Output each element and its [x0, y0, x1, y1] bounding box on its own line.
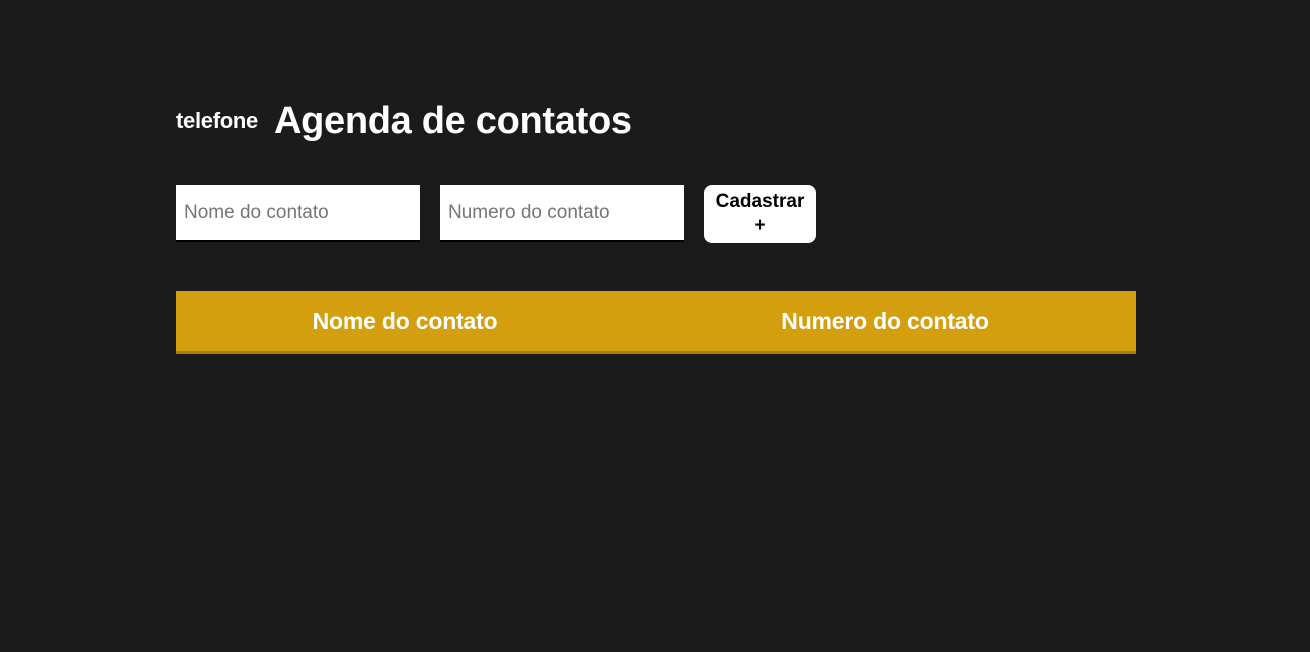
contact-form: Cadastrar + — [176, 185, 1136, 243]
telefone-icon: telefone — [176, 108, 258, 133]
column-header-name: Nome do contato — [176, 291, 634, 354]
cadastrar-button[interactable]: Cadastrar + — [704, 185, 816, 243]
table-header-row: Nome do contato Numero do contato — [176, 291, 1136, 354]
page-title: Agenda de contatos — [273, 99, 632, 142]
contact-name-input[interactable] — [176, 185, 420, 242]
column-header-number: Numero do contato — [634, 291, 1136, 354]
page-header: telefone Agenda de contatos — [176, 98, 1136, 144]
plus-icon: + — [754, 215, 766, 236]
contact-number-input[interactable] — [440, 185, 684, 242]
cadastrar-button-label: Cadastrar — [715, 191, 805, 212]
app-container: telefone Agenda de contatos Cadastrar + … — [176, 98, 1136, 354]
contacts-table: Nome do contato Numero do contato — [176, 291, 1136, 354]
